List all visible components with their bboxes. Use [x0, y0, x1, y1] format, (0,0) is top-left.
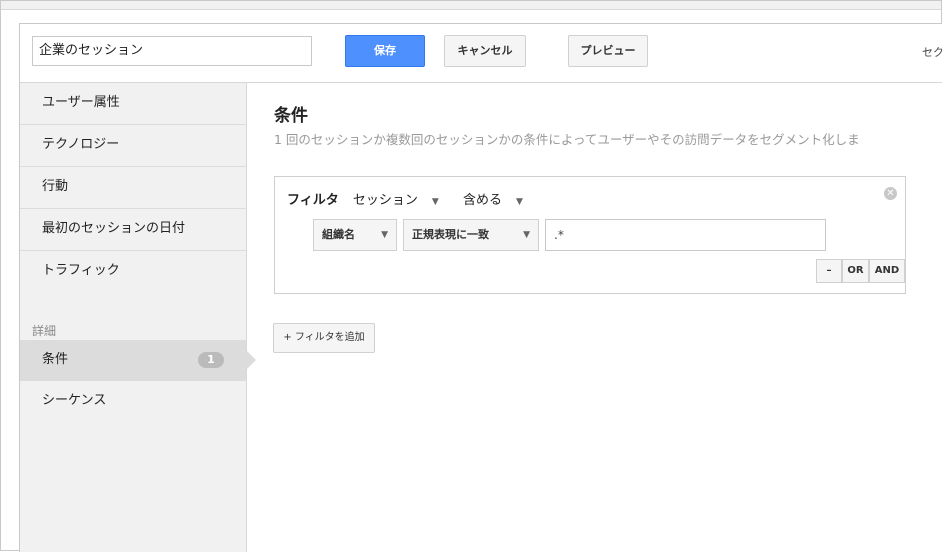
cancel-button[interactable]: キャンセル	[444, 35, 526, 67]
chevron-down-icon: ▼	[381, 230, 388, 240]
or-button[interactable]: OR	[842, 259, 869, 283]
editor-header: 企業のセッション 保存 キャンセル プレビュー セク	[20, 24, 942, 83]
chevron-down-icon: ▼	[523, 230, 530, 240]
page-title: 条件	[274, 106, 308, 126]
match-type-select[interactable]: 正規表現に一致 ▼	[403, 219, 539, 251]
sidebar-section-advanced: 詳細	[32, 324, 57, 338]
chevron-down-icon: ▼	[431, 197, 439, 207]
scope-value: セッション	[352, 193, 418, 208]
and-button[interactable]: AND	[869, 259, 905, 283]
preview-button[interactable]: プレビュー	[568, 35, 648, 67]
top-strip	[1, 1, 941, 10]
header-right-text[interactable]: セク	[922, 44, 942, 60]
filter-label: フィルタ	[287, 193, 339, 208]
count-badge: 1	[198, 352, 224, 368]
sidebar-item-label: 条件	[42, 352, 69, 367]
dimension-select[interactable]: 組織名 ▼	[313, 219, 397, 251]
chevron-down-icon: ▼	[515, 197, 523, 207]
filter-value-input[interactable]: .*	[545, 219, 826, 251]
sidebar-item-conditions[interactable]: 条件 1	[20, 340, 256, 381]
sidebar-item-technology[interactable]: テクノロジー	[20, 125, 246, 167]
page-description: 1 回のセッションか複数回のセッションかの条件によってユーザーやその訪問データを…	[274, 132, 860, 147]
sidebar-item-behavior[interactable]: 行動	[20, 167, 246, 209]
sidebar: ユーザー属性 テクノロジー 行動 最初のセッションの日付 トラフィック 詳細 条…	[20, 83, 256, 552]
main-panel: 条件 1 回のセッションか複数回のセッションかの条件によってユーザーやその訪問デ…	[247, 83, 942, 552]
save-button[interactable]: 保存	[345, 35, 425, 67]
match-type-value: 正規表現に一致	[412, 228, 489, 241]
scope-dropdown[interactable]: セッション ▼	[353, 193, 449, 208]
segment-name-input[interactable]: 企業のセッション	[32, 36, 312, 66]
sidebar-item-demographics[interactable]: ユーザー属性	[20, 83, 246, 125]
close-icon[interactable]: ✕	[884, 187, 897, 200]
window-frame: 企業のセッション 保存 キャンセル プレビュー セク ユーザー属性 テクノロジー…	[0, 0, 942, 552]
mode-dropdown[interactable]: 含める ▼	[463, 193, 533, 208]
filter-card: フィルタ セッション ▼ 含める ▼ ✕ 組織名 ▼ 正規表現に一致 ▼ .* – …	[274, 176, 906, 294]
filter-header-row: フィルタ セッション ▼ 含める ▼	[287, 189, 543, 208]
dimension-value: 組織名	[322, 228, 355, 241]
remove-condition-button[interactable]: –	[816, 259, 842, 283]
sidebar-item-sequences[interactable]: シーケンス	[20, 381, 246, 422]
add-filter-button[interactable]: + フィルタを追加	[273, 323, 375, 353]
segment-editor: 企業のセッション 保存 キャンセル プレビュー セク ユーザー属性 テクノロジー…	[19, 23, 942, 552]
sidebar-item-traffic[interactable]: トラフィック	[20, 251, 246, 292]
mode-value: 含める	[462, 193, 502, 208]
sidebar-item-first-session-date[interactable]: 最初のセッションの日付	[20, 209, 246, 251]
